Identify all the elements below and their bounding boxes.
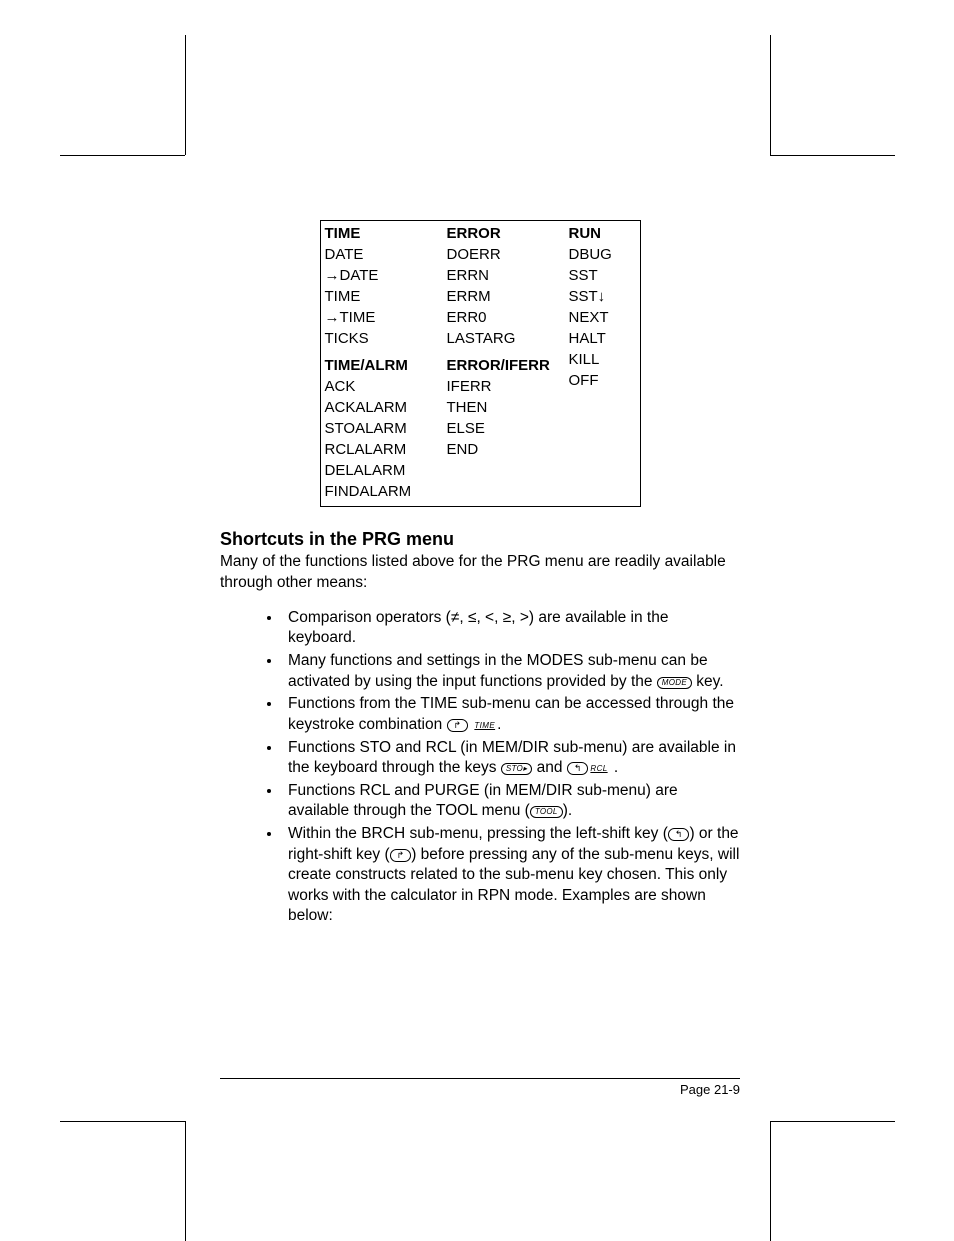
- list-item: Many functions and settings in the MODES…: [282, 651, 740, 692]
- list-item: Functions RCL and PURGE (in MEM/DIR sub-…: [282, 781, 740, 822]
- time-softkey-icon: TIME: [472, 721, 497, 732]
- bullet-text: .: [610, 759, 619, 776]
- list-item: Functions from the TIME sub-menu can be …: [282, 694, 740, 735]
- section-heading: Shortcuts in the PRG menu: [220, 529, 740, 550]
- intro-paragraph: Many of the functions listed above for t…: [220, 552, 740, 594]
- bullet-text: ).: [563, 802, 572, 819]
- right-shift-key-icon: [390, 849, 412, 862]
- left-shift-key-icon: [567, 762, 589, 775]
- table-cell: ACKALARM: [325, 399, 408, 416]
- table-cell: OFF: [569, 372, 599, 389]
- mode-key-icon: MODE: [657, 677, 692, 689]
- bullet-text: .: [497, 716, 501, 733]
- table-cell: DOERR: [447, 246, 501, 263]
- bullet-text: Many functions and settings in the MODES…: [288, 652, 708, 690]
- table-cell: TICKS: [325, 330, 369, 347]
- list-item: Within the BRCH sub-menu, pressing the l…: [282, 824, 740, 927]
- table-cell: ERRM: [447, 288, 491, 305]
- table-cell: ERRN: [447, 267, 490, 284]
- bullet-text: Functions from the TIME sub-menu can be …: [288, 695, 734, 733]
- table-cell: →DATE: [325, 267, 379, 284]
- bullet-text: Within the BRCH sub-menu, pressing the l…: [288, 825, 668, 842]
- table-cell: STOALARM: [325, 420, 407, 437]
- table-cell: NEXT: [569, 309, 609, 326]
- col2-header2: ERROR/IFERR: [447, 357, 550, 374]
- menu-reference-table: TIME DATE →DATE TIME →TIME TICKS TIME/AL…: [320, 220, 641, 507]
- table-cell: KILL: [569, 351, 600, 368]
- bullet-text: Functions RCL and PURGE (in MEM/DIR sub-…: [288, 782, 678, 820]
- table-cell: TIME: [325, 288, 361, 305]
- table-cell: DATE: [325, 246, 364, 263]
- page-footer: Page 21-9: [220, 1078, 740, 1097]
- bullet-text: Comparison operators (≠, ≤, <, ≥, >) are…: [288, 609, 668, 647]
- table-cell: DELALARM: [325, 462, 406, 479]
- tool-key-icon: TOOL: [530, 806, 563, 818]
- col2-header1: ERROR: [447, 225, 501, 242]
- table-cell: FINDALARM: [325, 483, 412, 500]
- bullet-text: key.: [692, 673, 724, 690]
- bullet-list: Comparison operators (≠, ≤, <, ≥, >) are…: [220, 608, 740, 927]
- table-cell: →TIME: [325, 309, 376, 326]
- sto-key-icon: STO▸: [501, 763, 533, 775]
- right-shift-key-icon: [447, 719, 469, 732]
- table-cell: ACK: [325, 378, 356, 395]
- col1-header1: TIME: [325, 225, 361, 242]
- col1-header2: TIME/ALRM: [325, 357, 408, 374]
- table-cell: LASTARG: [447, 330, 516, 347]
- left-shift-key-icon: [668, 828, 690, 841]
- col3-header1: RUN: [569, 225, 602, 242]
- page-number: Page 21-9: [680, 1082, 740, 1097]
- table-cell: HALT: [569, 330, 606, 347]
- table-cell: ELSE: [447, 420, 485, 437]
- table-cell: END: [447, 441, 479, 458]
- table-cell: SST: [569, 267, 598, 284]
- list-item: Functions STO and RCL (in MEM/DIR sub-me…: [282, 738, 740, 779]
- page-content: TIME DATE →DATE TIME →TIME TICKS TIME/AL…: [185, 155, 770, 1121]
- table-cell: ERR0: [447, 309, 487, 326]
- table-cell: RCLALARM: [325, 441, 407, 458]
- table-cell: SST↓: [569, 288, 606, 305]
- bullet-text: and: [532, 759, 566, 776]
- table-cell: DBUG: [569, 246, 612, 263]
- list-item: Comparison operators (≠, ≤, <, ≥, >) are…: [282, 608, 740, 649]
- rcl-softkey-icon: RCL: [588, 764, 609, 775]
- table-cell: IFERR: [447, 378, 492, 395]
- table-cell: THEN: [447, 399, 488, 416]
